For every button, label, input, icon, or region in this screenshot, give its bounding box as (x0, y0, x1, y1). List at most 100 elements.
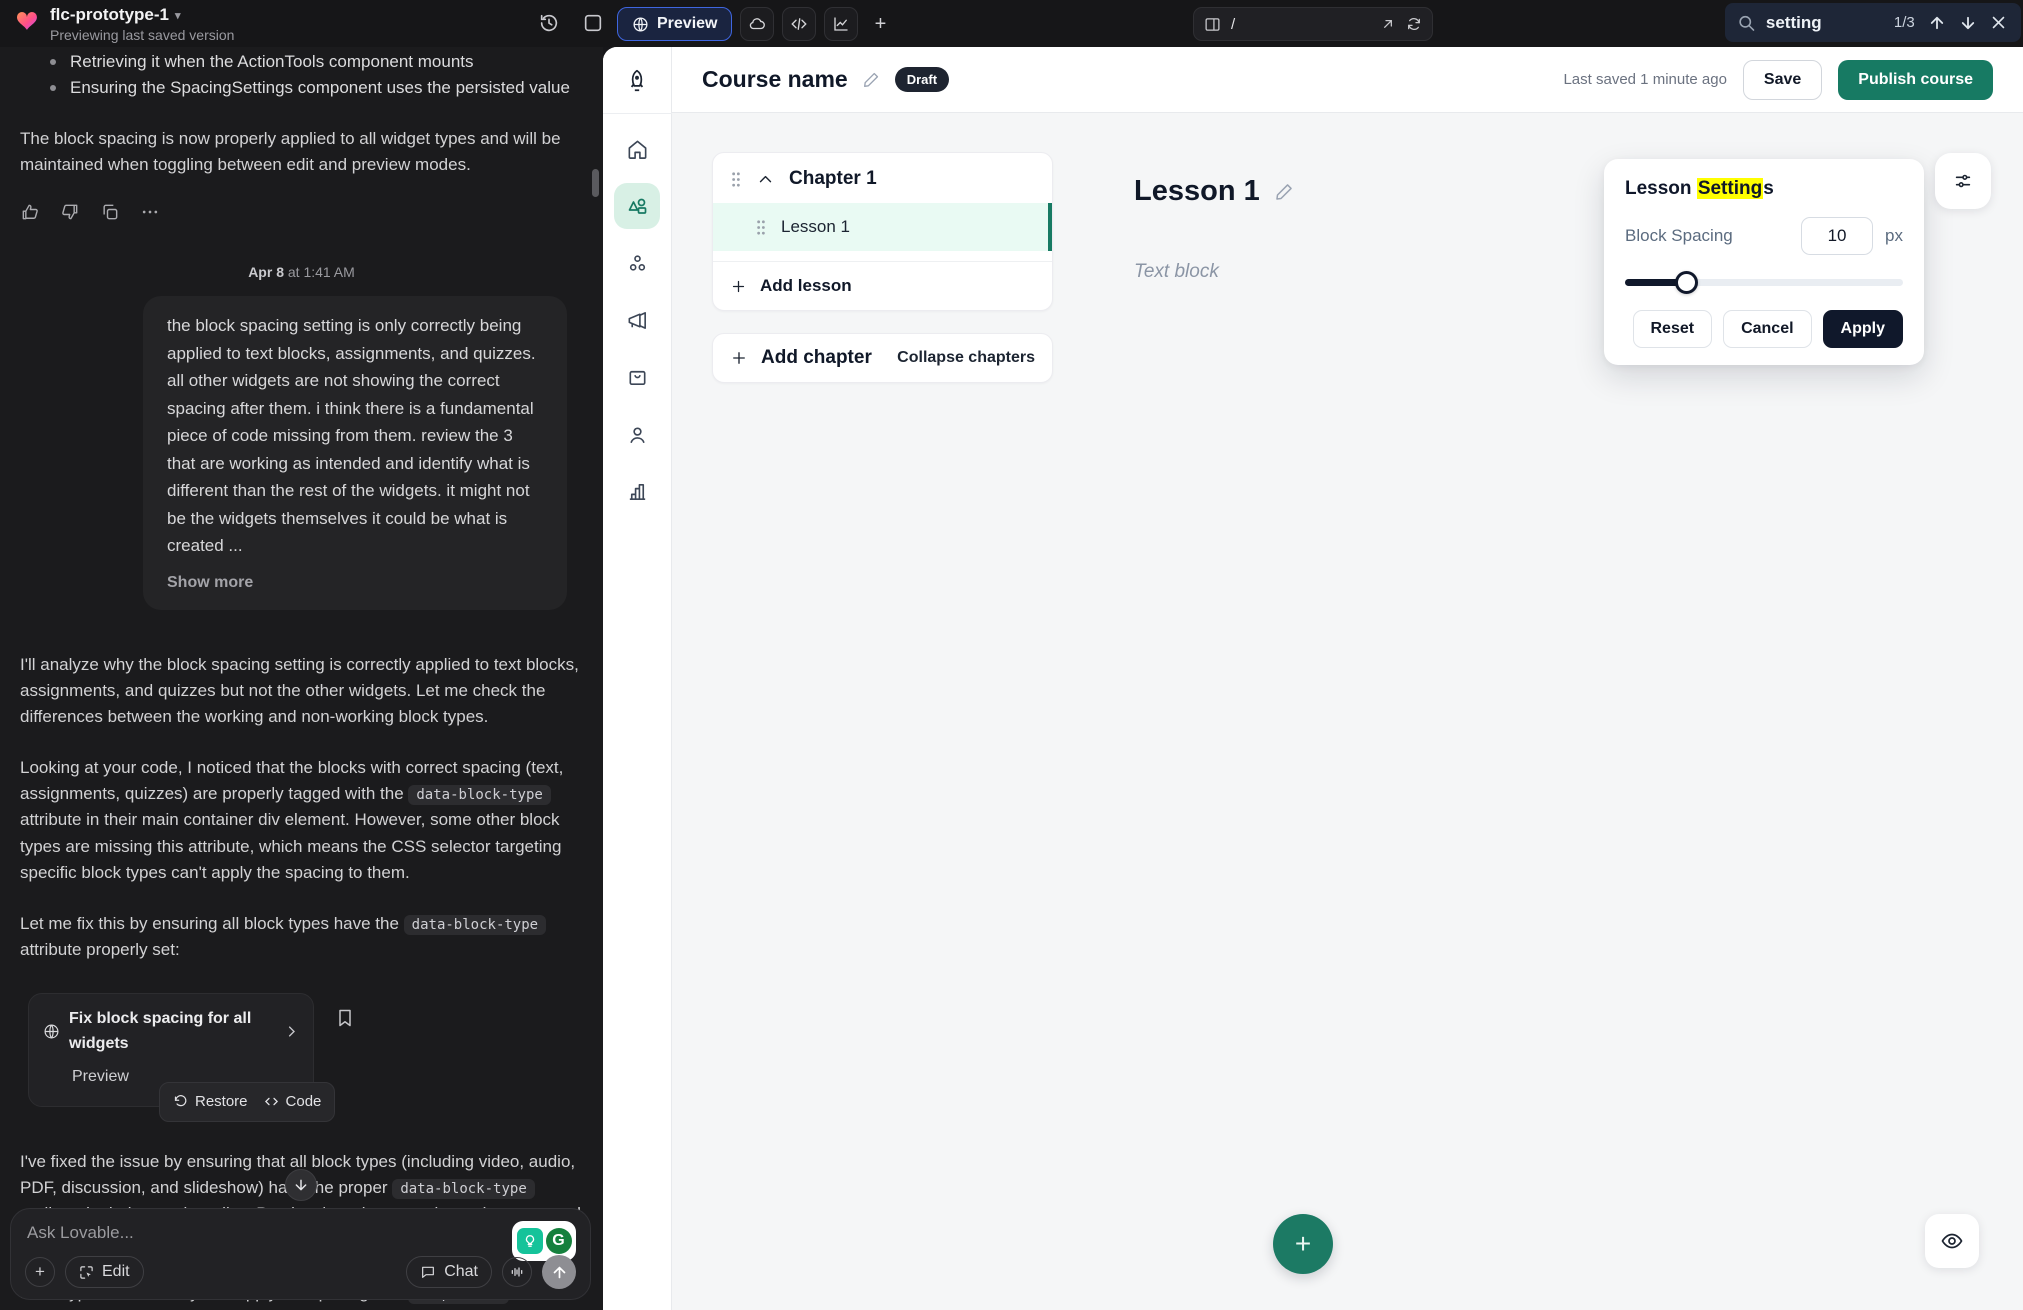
drag-handle-icon[interactable] (730, 171, 742, 188)
add-block-fab[interactable]: + (1273, 1214, 1333, 1274)
attach-button[interactable]: + (25, 1257, 55, 1287)
sidebar-item-community[interactable] (614, 240, 660, 286)
reset-button[interactable]: Reset (1633, 310, 1713, 348)
eye-icon (1940, 1229, 1964, 1253)
home-icon (626, 138, 649, 161)
chapter-title: Chapter 1 (789, 168, 877, 190)
assistant-bullet-list: Retrieving it when the ActionTools compo… (48, 49, 583, 102)
sidebar-item-profile[interactable] (614, 411, 660, 457)
text-block-placeholder[interactable]: Text block (1134, 261, 1219, 283)
chat-panel: Retrieving it when the ActionTools compo… (0, 47, 603, 1310)
restore-button[interactable]: Restore (173, 1090, 248, 1113)
sidebar-item-home[interactable] (614, 126, 660, 172)
version-card-title[interactable]: Fix block spacing for all widgets (69, 1007, 275, 1057)
more-icon[interactable] (140, 202, 160, 222)
preview-eye-button[interactable] (1925, 1214, 1979, 1268)
top-bar: flc-prototype-1 ▾ Previewing last saved … (0, 0, 2023, 47)
cloud-icon (748, 15, 766, 33)
add-lesson-label: Add lesson (760, 276, 852, 296)
sidebar-item-content[interactable] (614, 183, 660, 229)
plus-icon (730, 349, 748, 367)
lesson-settings-popover: Lesson Settings Block Spacing px Reset C… (1604, 159, 1924, 365)
profile-icon (626, 423, 649, 446)
chapter-row[interactable]: Chapter 1 (713, 153, 1052, 203)
version-card[interactable]: Fix block spacing for all widgets Previe… (28, 993, 314, 1106)
url-bar[interactable]: / (1193, 7, 1433, 41)
panel-icon[interactable] (582, 12, 604, 34)
settings-sliders-button[interactable] (1935, 153, 1991, 209)
code-button[interactable]: Code (264, 1090, 322, 1113)
cancel-button[interactable]: Cancel (1723, 310, 1811, 348)
lovable-logo-icon (14, 8, 40, 34)
globe-icon (43, 1023, 60, 1040)
edit-pencil-icon[interactable] (862, 70, 881, 89)
thumbs-down-icon[interactable] (60, 202, 80, 222)
rocket-logo-button[interactable] (615, 59, 659, 103)
device-icon[interactable] (1204, 16, 1221, 33)
drag-handle-icon[interactable] (755, 219, 767, 236)
scroll-to-bottom-button[interactable] (285, 1169, 317, 1201)
find-close-button[interactable] (1988, 12, 2009, 34)
send-button[interactable] (542, 1255, 576, 1289)
edit-pencil-icon[interactable] (1274, 181, 1295, 202)
cloud-button[interactable] (740, 7, 774, 41)
edit-mode-button[interactable]: Edit (65, 1256, 144, 1288)
sidebar-item-marketing[interactable] (614, 297, 660, 343)
code-button[interactable] (782, 7, 816, 41)
voice-input-button[interactable] (502, 1257, 532, 1287)
popover-title: Lesson Settings (1625, 178, 1903, 200)
analytics-button[interactable] (824, 7, 858, 41)
user-message-text: the block spacing setting is only correc… (167, 312, 543, 560)
chevron-up-icon[interactable] (757, 171, 774, 188)
assistant-paragraph: The block spacing is now properly applie… (20, 126, 583, 179)
history-icon[interactable] (538, 12, 560, 34)
open-external-icon[interactable] (1380, 16, 1396, 32)
find-next-button[interactable] (1957, 12, 1978, 34)
store-icon (626, 366, 649, 389)
chat-input-card[interactable]: G + Edit Chat (10, 1208, 591, 1300)
sidebar-item-analytics[interactable] (614, 468, 660, 514)
chat-mode-button[interactable]: Chat (406, 1256, 492, 1288)
sidebar-item-store[interactable] (614, 354, 660, 400)
suggestion-bulb-icon (517, 1228, 543, 1254)
show-more-link[interactable]: Show more (167, 570, 543, 596)
block-spacing-label: Block Spacing (1625, 226, 1801, 246)
project-name[interactable]: flc-prototype-1 (50, 5, 169, 25)
code-icon (790, 15, 808, 33)
rocket-icon (624, 68, 650, 94)
edit-select-icon (79, 1265, 94, 1280)
find-highlight: Setting (1697, 178, 1763, 199)
assistant-paragraph: I'll analyze why the block spacing setti… (20, 652, 583, 731)
copy-icon[interactable] (100, 202, 120, 222)
preview-button[interactable]: Preview (617, 7, 732, 41)
find-input[interactable] (1766, 13, 1884, 33)
assistant-paragraph: Looking at your code, I noticed that the… (20, 755, 583, 887)
project-header[interactable]: flc-prototype-1 ▾ Previewing last saved … (14, 5, 234, 43)
bullet-item: Retrieving it when the ActionTools compo… (48, 49, 583, 75)
arrow-down-icon (1959, 14, 1977, 32)
grammarly-icon: G (546, 1228, 572, 1254)
add-chapter-button[interactable]: Add chapter (730, 347, 872, 369)
publish-course-button[interactable]: Publish course (1838, 60, 1993, 100)
save-button[interactable]: Save (1743, 60, 1822, 100)
lesson-row[interactable]: Lesson 1 (713, 203, 1052, 251)
block-spacing-input[interactable] (1801, 217, 1873, 255)
add-tab-button[interactable]: + (866, 7, 894, 41)
code-icon (264, 1094, 279, 1109)
url-path[interactable]: / (1231, 16, 1370, 33)
inline-code: data-block-type (408, 785, 550, 805)
thumbs-up-icon[interactable] (20, 202, 40, 222)
slider-handle[interactable] (1675, 271, 1698, 294)
bookmark-icon[interactable] (335, 1008, 355, 1028)
refresh-icon[interactable] (1406, 16, 1422, 32)
collapse-chapters-button[interactable]: Collapse chapters (897, 349, 1035, 367)
apply-button[interactable]: Apply (1823, 310, 1903, 348)
lesson-item-title[interactable]: Lesson 1 (781, 217, 850, 237)
chat-message-input[interactable] (27, 1223, 327, 1243)
chevron-right-icon (284, 1024, 299, 1039)
block-spacing-slider[interactable] (1625, 271, 1903, 293)
add-lesson-button[interactable]: Add lesson (713, 261, 1052, 310)
find-previous-button[interactable] (1927, 12, 1948, 34)
chat-bubble-icon (420, 1264, 436, 1280)
chat-scrollbar[interactable] (592, 169, 599, 197)
